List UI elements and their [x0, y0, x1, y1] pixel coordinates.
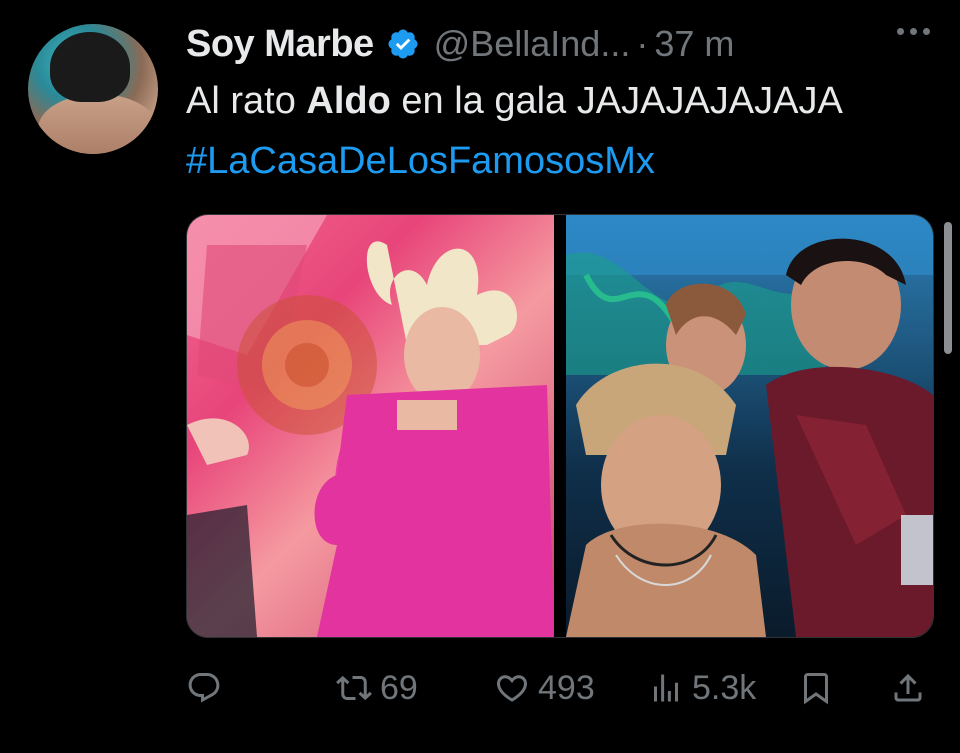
- tweet-media[interactable]: [186, 214, 934, 638]
- tweet-text-end: en la gala JAJAJAJAJAJA: [390, 80, 843, 122]
- separator-dot: ·: [636, 23, 649, 64]
- like-button[interactable]: 493: [494, 664, 595, 712]
- bookmark-button[interactable]: [798, 664, 834, 712]
- like-count: 493: [538, 668, 595, 707]
- tweet-text-start: Al rato: [186, 80, 307, 122]
- reply-icon: [188, 673, 220, 703]
- bookmark-icon: [804, 673, 828, 705]
- media-photo-left[interactable]: [187, 215, 554, 637]
- tweet-actions: 69 493 5.3k: [186, 664, 932, 712]
- reply-button[interactable]: [186, 664, 222, 712]
- author-avatar[interactable]: [28, 24, 158, 154]
- tweet-text-bold: Aldo: [306, 80, 391, 122]
- heart-icon: [496, 675, 528, 702]
- retweet-icon: [336, 675, 372, 701]
- views-chart-icon: [654, 674, 678, 702]
- scrollbar-thumb[interactable]: [944, 222, 952, 354]
- share-button[interactable]: [890, 664, 926, 712]
- views-button[interactable]: 5.3k: [648, 664, 756, 712]
- retweet-button[interactable]: 69: [336, 664, 418, 712]
- timestamp[interactable]: 37 m: [654, 23, 734, 65]
- author-handle[interactable]: @BellaInd...: [434, 23, 631, 65]
- tweet-text: Al rato Aldo en la gala JAJAJAJAJAJA: [186, 80, 843, 123]
- avatar-photo-hair: [50, 32, 130, 102]
- tweet-header: Soy Marbe @BellaInd... · 37 m: [186, 22, 734, 66]
- share-icon: [894, 673, 922, 702]
- retweet-count: 69: [380, 668, 418, 707]
- avatar-photo-back: [38, 94, 158, 154]
- more-options-icon[interactable]: [897, 28, 930, 35]
- media-photo-right[interactable]: [566, 215, 933, 637]
- views-count: 5.3k: [692, 668, 757, 707]
- verified-badge-icon: [386, 27, 420, 61]
- author-name[interactable]: Soy Marbe: [186, 23, 374, 66]
- hashtag-link[interactable]: #LaCasaDeLosFamososMx: [186, 140, 655, 183]
